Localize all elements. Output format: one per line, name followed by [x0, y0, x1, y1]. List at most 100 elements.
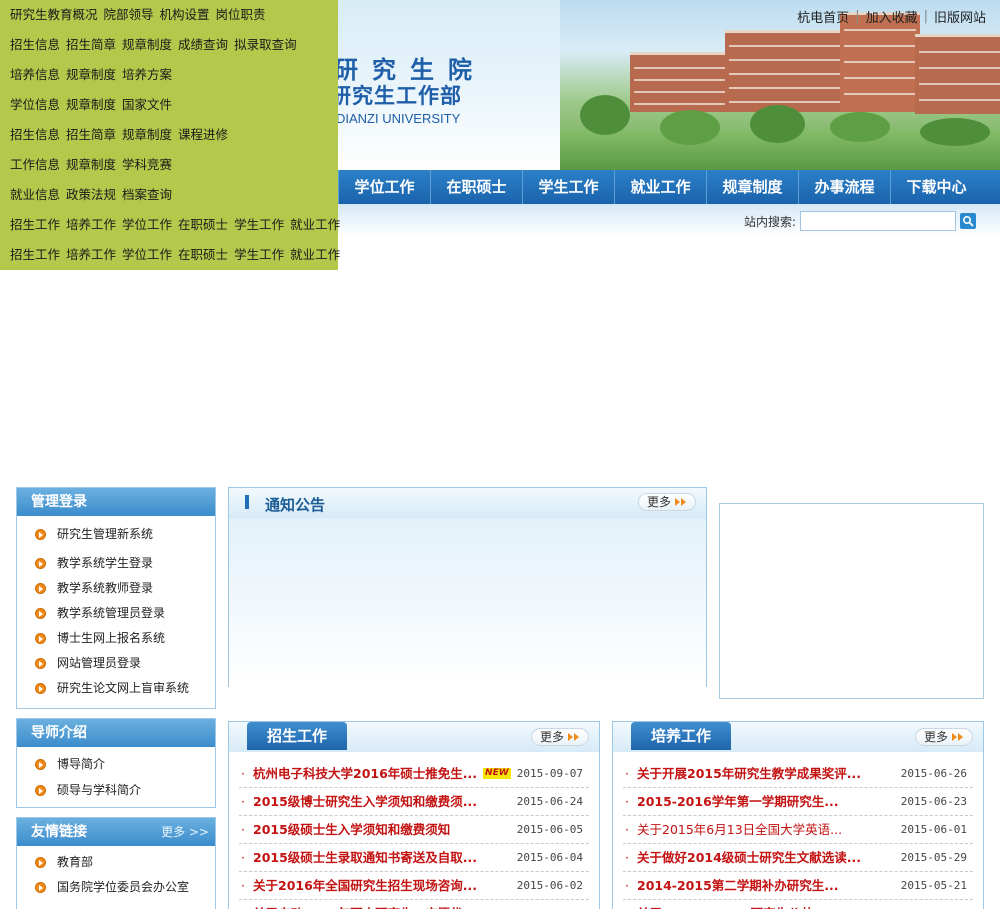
old-site-link[interactable]: 旧版网站	[934, 7, 986, 26]
title-mark-icon	[245, 495, 249, 509]
news-item: · 关于做好2014级硕士研究生文献选读... 2015-05-29	[623, 844, 973, 872]
news-title-link[interactable]: 关于启动2016年硕士研究生一志愿优...	[253, 900, 477, 909]
news-title-link[interactable]: 关于2015年6月13日全国大学英语...	[637, 816, 842, 844]
links-header: 友情链接 更多 >>	[17, 818, 215, 846]
menu-item[interactable]: 院部领导	[104, 7, 154, 22]
news-title-link[interactable]: 关于开展2015年研究生教学成果奖评...	[637, 760, 861, 788]
list-item[interactable]: 博导简介	[17, 752, 215, 777]
news-item: · 2015级硕士生入学须知和缴费须知 2015-06-05	[239, 816, 589, 844]
nav-part-time-master[interactable]: 在职硕士	[430, 170, 522, 204]
menu-item[interactable]: 在职硕士	[178, 247, 228, 262]
menu-item[interactable]: 规章制度	[122, 37, 172, 52]
links-box: 友情链接 更多 >> 教育部 国务院学位委员会办公室	[16, 817, 216, 909]
news-title-link[interactable]: 杭州电子科技大学2016年硕士推免生... NEW	[253, 760, 511, 788]
menu-item[interactable]: 国家文件	[122, 97, 172, 112]
menu-item[interactable]: 课程进修	[178, 127, 228, 142]
menu-item[interactable]: 学位工作	[122, 217, 172, 232]
arrow-bullet-icon	[35, 529, 46, 540]
menu-item[interactable]: 学科竞赛	[122, 157, 172, 172]
news-item: ·关于启动2016年硕士研究生一志愿优...2015-05-27	[239, 900, 589, 909]
news-date: 2015-06-26	[900, 767, 967, 780]
news-date: 2015-05-21	[900, 879, 967, 892]
news-title-link[interactable]: 关于2016年全国研究生招生现场咨询...	[253, 872, 477, 900]
news-date: 2015-06-24	[516, 795, 583, 808]
news-title-link[interactable]: 2015级硕士生入学须知和缴费须知	[253, 816, 450, 844]
menu-item[interactable]: 培养信息	[10, 67, 60, 82]
nav-degree[interactable]: 学位工作	[338, 170, 430, 204]
menu-item[interactable]: 招生工作	[10, 247, 60, 262]
news-title-link[interactable]: 关于做好2014级硕士研究生文献选读...	[637, 844, 861, 872]
menu-item[interactable]: 学生工作	[234, 247, 284, 262]
notice-header: 通知公告 更多	[229, 488, 706, 518]
menu-item[interactable]: 规章制度	[122, 127, 172, 142]
arrow-bullet-icon	[35, 785, 46, 796]
menu-item[interactable]: 就业工作	[290, 247, 340, 262]
recruit-list: · 杭州电子科技大学2016年硕士推免生... NEW 2015-09-07 · 201…	[229, 752, 599, 909]
menu-item[interactable]: 招生工作	[10, 217, 60, 232]
nav-procedures[interactable]: 办事流程	[798, 170, 890, 204]
list-item[interactable]: 国务院学位委员会办公室	[17, 875, 215, 900]
news-item: · 杭州电子科技大学2016年硕士推免生... NEW 2015-09-07	[239, 760, 589, 788]
menu-item[interactable]: 拟录取查询	[234, 37, 297, 52]
news-item: · 2015级硕士生录取通知书寄送及自取... 2015-06-04	[239, 844, 589, 872]
list-item[interactable]: 教育部	[17, 850, 215, 875]
notice-more-button[interactable]: 更多	[638, 493, 696, 511]
list-item[interactable]: 硕导与学科简介	[17, 778, 215, 803]
news-title-link[interactable]: 关于2014-2015-2研究生公共...	[637, 900, 827, 909]
news-title-link[interactable]: 2015级博士研究生入学须知和缴费须...	[253, 788, 477, 816]
list-item[interactable]: 研究生管理新系统	[17, 522, 215, 547]
menu-item[interactable]: 培养方案	[122, 67, 172, 82]
home-link[interactable]: 杭电首页	[797, 7, 849, 26]
notice-title: 通知公告	[265, 496, 326, 514]
menu-item[interactable]: 学生工作	[234, 217, 284, 232]
news-item: · 2015-2016学年第一学期研究生... 2015-06-23	[623, 788, 973, 816]
logo-english: DIANZI UNIVERSITY	[336, 111, 461, 126]
news-title-link[interactable]: 2015级硕士生录取通知书寄送及自取...	[253, 844, 477, 872]
menu-item[interactable]: 在职硕士	[178, 217, 228, 232]
menu-item[interactable]: 岗位职责	[216, 7, 266, 22]
menu-item[interactable]: 工作信息	[10, 157, 60, 172]
news-date: 2015-06-02	[516, 879, 583, 892]
menu-item[interactable]: 档案查询	[122, 187, 172, 202]
nav-downloads[interactable]: 下载中心	[890, 170, 982, 204]
menu-item[interactable]: 成绩查询	[178, 37, 228, 52]
nav-employment[interactable]: 就业工作	[614, 170, 706, 204]
menu-item[interactable]: 规章制度	[66, 67, 116, 82]
menu-item[interactable]: 规章制度	[66, 97, 116, 112]
menu-item[interactable]: 就业工作	[290, 217, 340, 232]
menu-item[interactable]: 就业信息	[10, 187, 60, 202]
arrow-bullet-icon	[35, 608, 46, 619]
menu-item[interactable]: 培养工作	[66, 247, 116, 262]
menu-item[interactable]: 招生简章	[66, 127, 116, 142]
menu-item[interactable]: 机构设置	[160, 7, 210, 22]
links-more-link[interactable]: 更多 >>	[161, 818, 209, 846]
site-search: 站内搜索:	[744, 211, 977, 231]
menu-item[interactable]: 政策法规	[66, 187, 116, 202]
menu-item[interactable]: 规章制度	[66, 157, 116, 172]
list-item[interactable]: 教学系统学生登录	[17, 551, 215, 576]
menu-item[interactable]: 招生信息	[10, 127, 60, 142]
menu-item[interactable]: 学位信息	[10, 97, 60, 112]
list-item[interactable]: 网站管理员登录	[17, 651, 215, 676]
menu-row: 培养信息 规章制度 培养方案	[10, 60, 338, 90]
menu-item[interactable]: 培养工作	[66, 217, 116, 232]
menu-item[interactable]: 学位工作	[122, 247, 172, 262]
recruit-more-button[interactable]: 更多	[531, 728, 589, 746]
menu-item[interactable]: 招生信息	[10, 37, 60, 52]
list-item[interactable]: 研究生论文网上盲审系统	[17, 676, 215, 701]
menu-item[interactable]: 研究生教育概况	[10, 7, 98, 22]
search-button[interactable]	[960, 213, 977, 229]
list-item[interactable]: 博士生网上报名系统	[17, 626, 215, 651]
news-title-link[interactable]: 2014-2015第二学期补办研究生...	[637, 872, 839, 900]
news-date: 2015-09-07	[516, 767, 583, 780]
list-item[interactable]: 教学系统教师登录	[17, 576, 215, 601]
menu-item[interactable]: 招生简章	[66, 37, 116, 52]
news-title-link[interactable]: 2015-2016学年第一学期研究生...	[637, 788, 839, 816]
nav-regulations[interactable]: 规章制度	[706, 170, 798, 204]
list-item[interactable]: 教学系统管理员登录	[17, 601, 215, 626]
add-favorite-link[interactable]: 加入收藏	[866, 7, 918, 26]
page: 研究生院 研究生工作部 DIANZI UNIVERSITY 杭电首页 | 加入收…	[0, 0, 1000, 909]
nav-student-work[interactable]: 学生工作	[522, 170, 614, 204]
training-more-button[interactable]: 更多	[915, 728, 973, 746]
search-input[interactable]	[800, 211, 957, 231]
